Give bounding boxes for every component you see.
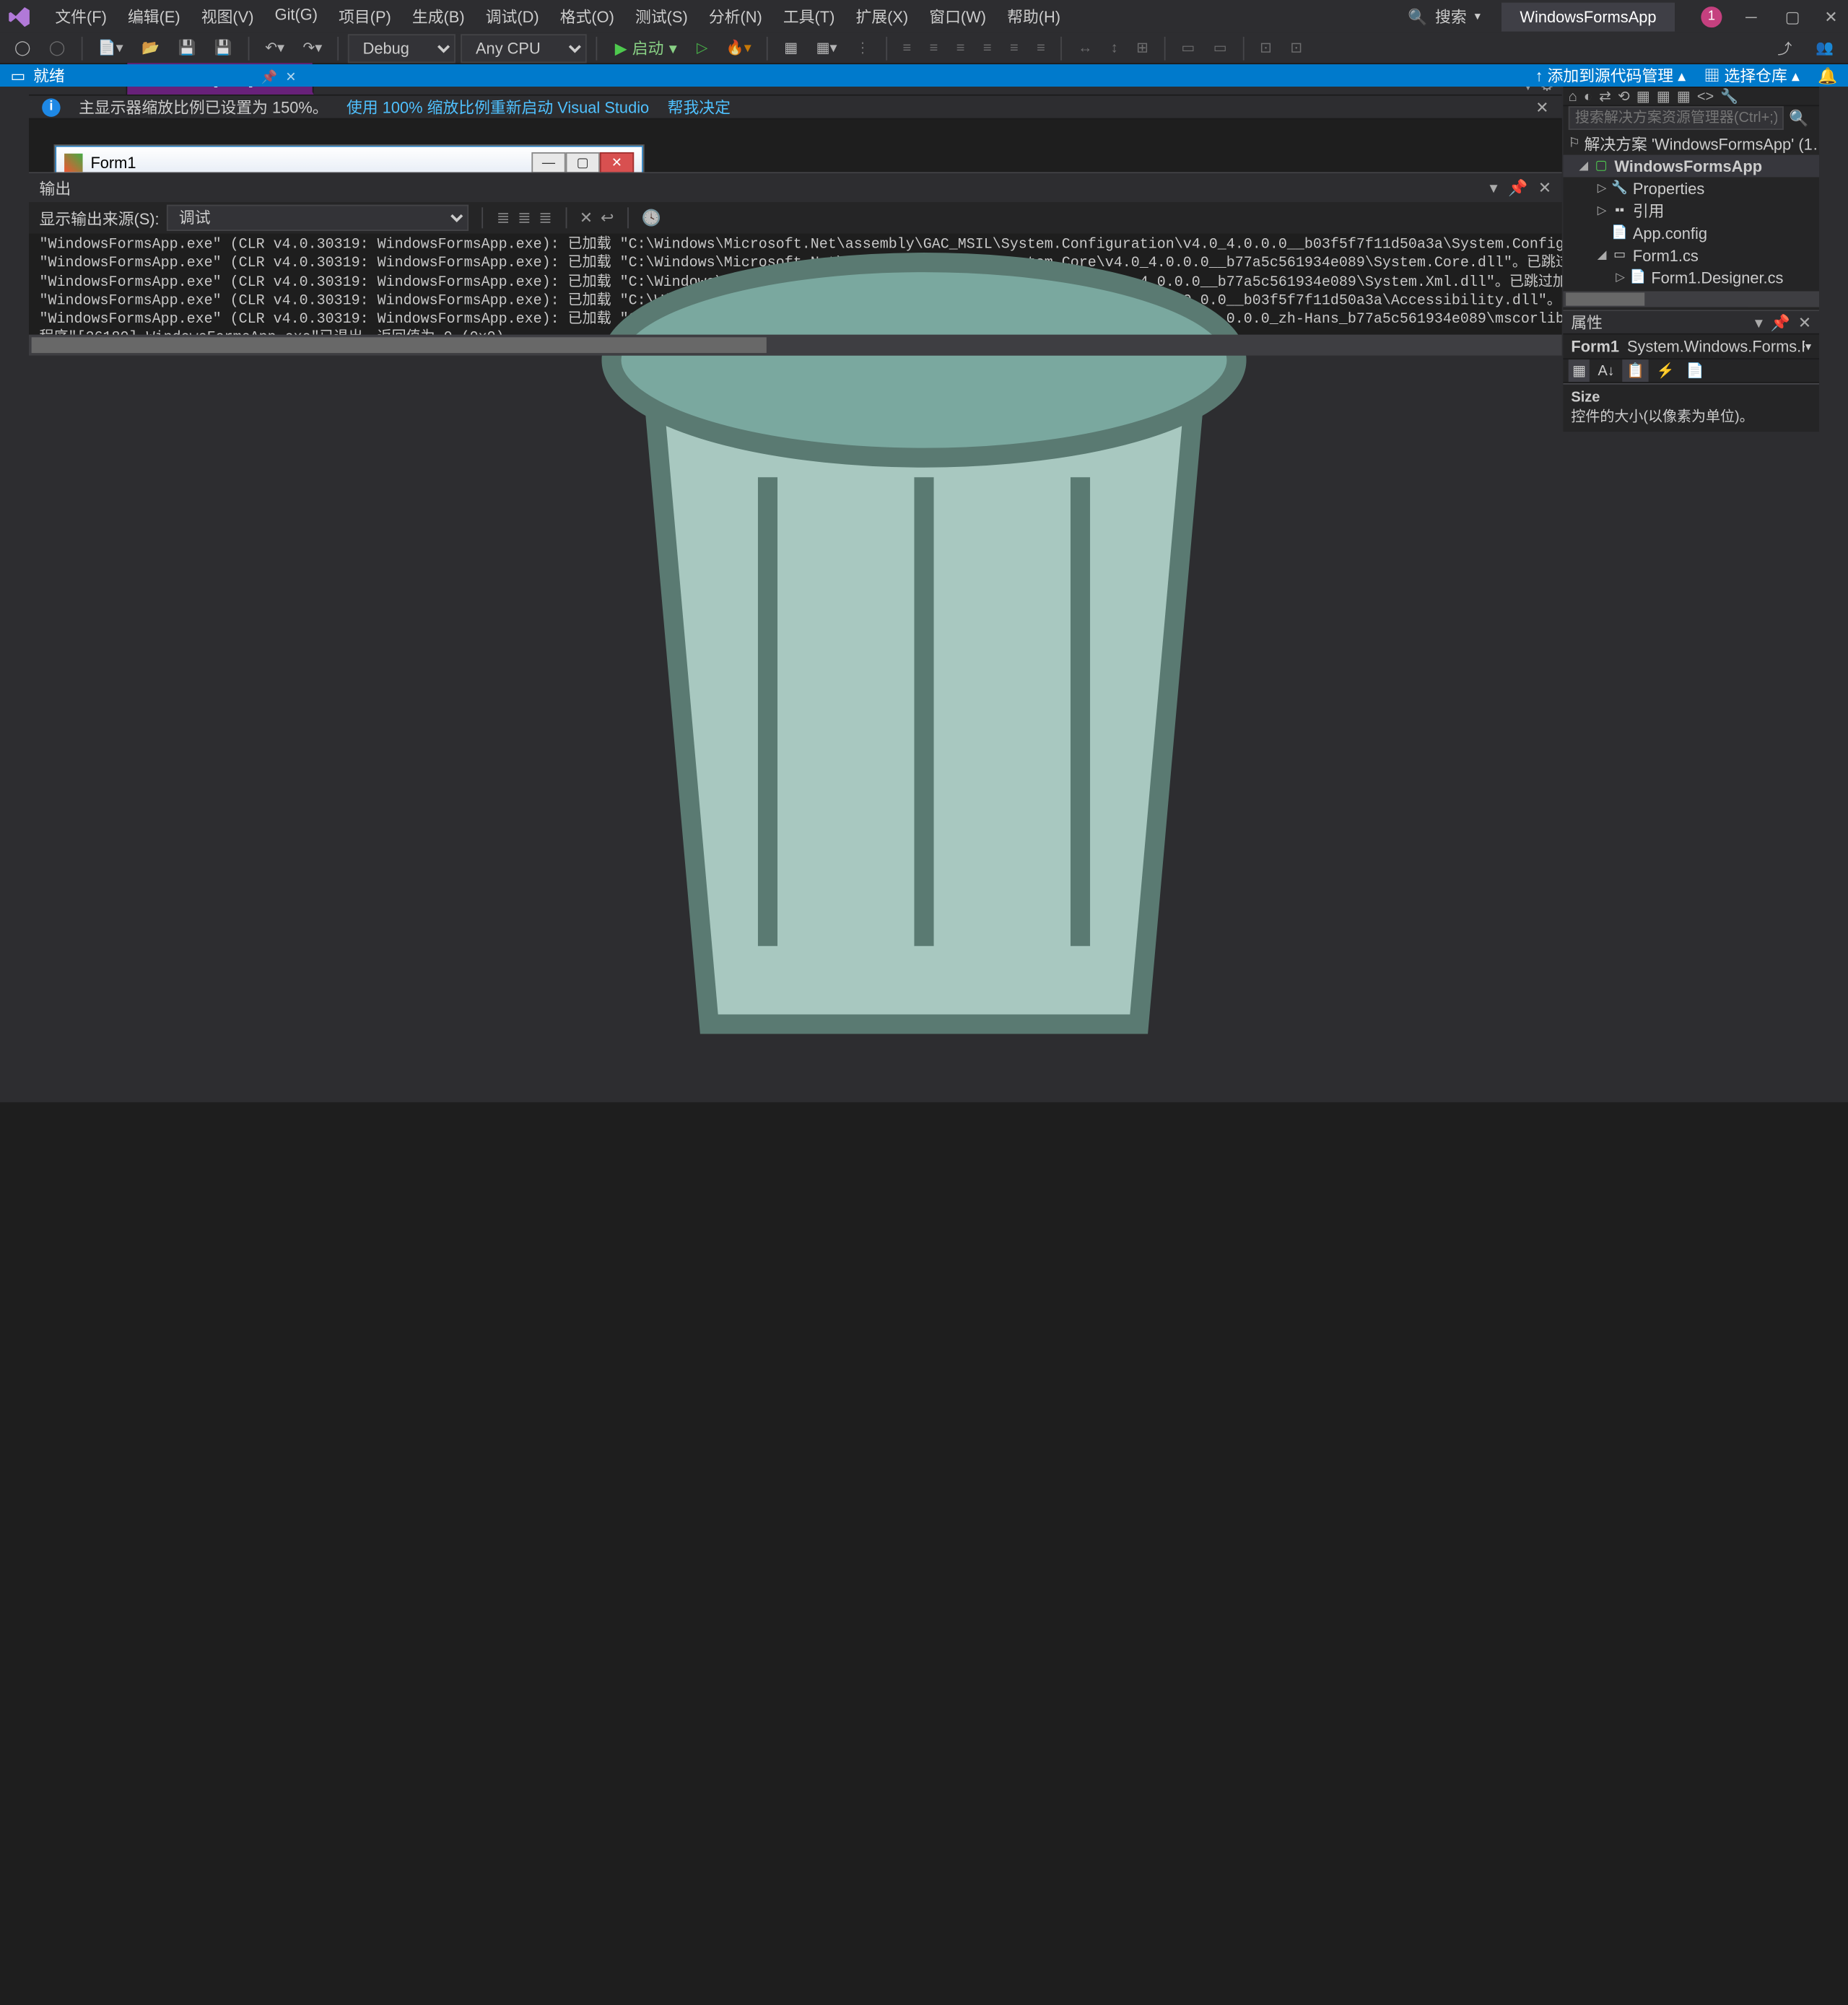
output-wrap-icon[interactable]: ↩: [601, 209, 614, 227]
start-no-debug-icon[interactable]: ▷: [690, 35, 715, 61]
spacing-icon-1[interactable]: ↔: [1071, 36, 1099, 60]
menu-item[interactable]: 工具(T): [772, 0, 845, 32]
form-icon: [64, 154, 82, 172]
undo-icon[interactable]: ↶▾: [258, 35, 291, 61]
close-button[interactable]: ✕: [1824, 7, 1840, 25]
live-share-icon[interactable]: 👥: [1809, 33, 1840, 62]
recycle-bin-icon[interactable]: [0, 87, 1848, 1102]
config-select[interactable]: Debug: [349, 33, 456, 62]
search-icon: 🔍: [1408, 7, 1427, 25]
form-window[interactable]: Form1 — ▢ ✕ Click Me!: [55, 146, 643, 172]
menu-item[interactable]: 扩展(X): [845, 0, 919, 32]
grid-icon-2[interactable]: ⊡: [1283, 35, 1309, 61]
form-min-icon: —: [531, 152, 565, 172]
output-tool-1[interactable]: ≣: [497, 209, 510, 227]
designer-surface[interactable]: Form1 — ▢ ✕ Click Me!: [29, 119, 1562, 172]
open-icon[interactable]: 📂: [135, 35, 166, 61]
spacing-icon-2[interactable]: ↕: [1104, 36, 1125, 60]
output-hscrollbar[interactable]: [29, 335, 1562, 356]
status-icon: ▭: [11, 66, 26, 84]
tb-icon-3[interactable]: ⋮: [849, 35, 876, 61]
output-clock-icon[interactable]: 🕓: [641, 209, 661, 227]
status-src-control[interactable]: ↑ 添加到源代码管理 ▴: [1535, 64, 1686, 87]
redo-icon[interactable]: ↷▾: [296, 35, 328, 61]
save-all-icon[interactable]: 💾: [208, 35, 239, 61]
se-tb-4[interactable]: ▦: [1636, 88, 1650, 105]
play-icon: ▶: [615, 39, 627, 57]
se-tb-3[interactable]: ⟲: [1618, 88, 1630, 105]
new-item-icon[interactable]: 📄▾: [92, 35, 130, 61]
menu-item[interactable]: 视图(V): [191, 0, 264, 32]
titlebar: 文件(F)编辑(E)视图(V)Git(G)项目(P)生成(B)调试(D)格式(O…: [0, 0, 1848, 32]
form-title: Form1: [90, 154, 136, 172]
platform-select[interactable]: Any CPU: [461, 33, 588, 62]
nav-back-icon[interactable]: ◯: [8, 35, 38, 61]
minimize-button[interactable]: ─: [1745, 7, 1761, 25]
menu-item[interactable]: 测试(S): [624, 0, 698, 32]
dropdown-icon: ▾: [1475, 9, 1481, 24]
menu-item[interactable]: Git(G): [264, 0, 328, 32]
output-clear-icon[interactable]: ✕: [580, 209, 593, 227]
solution-name[interactable]: WindowsFormsApp: [1502, 2, 1675, 31]
align-icon-4[interactable]: ≡: [977, 36, 998, 60]
vs-logo-icon: [8, 4, 32, 28]
pin-icon[interactable]: 📌: [261, 70, 278, 84]
title-search[interactable]: 🔍 搜索 ▾: [1397, 3, 1491, 30]
align-icon-1[interactable]: ≡: [896, 36, 918, 60]
order-icon-2[interactable]: ▭: [1207, 35, 1234, 61]
toolbar: ◯ ◯ 📄▾ 📂 💾 💾 ↶▾ ↷▾ Debug Any CPU ▶启动 ▾ ▷…: [0, 32, 1848, 64]
save-icon[interactable]: 💾: [171, 35, 202, 61]
grid-icon-1[interactable]: ⊡: [1253, 35, 1278, 61]
menu-item[interactable]: 分析(N): [698, 0, 772, 32]
se-tb-5[interactable]: ▦: [1657, 88, 1670, 105]
align-icon-5[interactable]: ≡: [1003, 36, 1025, 60]
share-icon[interactable]: ⤴: [1771, 33, 1798, 62]
nav-fwd-icon[interactable]: ◯: [43, 35, 72, 61]
menu-item[interactable]: 窗口(W): [919, 0, 997, 32]
se-hscrollbar[interactable]: [1563, 292, 1819, 307]
hot-reload-icon[interactable]: 🔥▾: [720, 35, 758, 61]
close-tab-icon[interactable]: ✕: [285, 70, 296, 84]
se-tb-2[interactable]: ⇄: [1599, 88, 1611, 105]
order-icon-1[interactable]: ▭: [1174, 35, 1201, 61]
align-icon-2[interactable]: ≡: [923, 36, 944, 60]
output-tool-2[interactable]: ≣: [518, 209, 531, 227]
se-tb-1[interactable]: ◐: [1584, 89, 1592, 105]
menu-item[interactable]: 帮助(H): [997, 0, 1071, 32]
align-icon-6[interactable]: ≡: [1030, 36, 1052, 60]
menu-item[interactable]: 编辑(E): [117, 0, 191, 32]
spacing-icon-3[interactable]: ⊞: [1130, 35, 1155, 61]
menu-item[interactable]: 生成(B): [401, 0, 475, 32]
menu-item[interactable]: 格式(O): [549, 0, 624, 32]
status-bell-icon[interactable]: 🔔: [1818, 66, 1837, 84]
menu-item[interactable]: 调试(D): [475, 0, 549, 32]
status-ready: 就绪: [33, 64, 65, 87]
se-tb-8[interactable]: 🔧: [1720, 88, 1738, 105]
se-tb-6[interactable]: ▦: [1677, 88, 1691, 105]
se-tb-7[interactable]: <>: [1697, 89, 1714, 105]
main-menu: 文件(F)编辑(E)视图(V)Git(G)项目(P)生成(B)调试(D)格式(O…: [45, 0, 1071, 32]
search-label: 搜索: [1435, 5, 1467, 27]
tb-icon-2[interactable]: ▦▾: [810, 35, 844, 61]
align-icon-3[interactable]: ≡: [950, 36, 972, 60]
maximize-button[interactable]: ▢: [1785, 7, 1801, 25]
notification-badge[interactable]: 1: [1701, 6, 1722, 27]
output-tool-3[interactable]: ≣: [539, 209, 552, 227]
se-home-icon[interactable]: ⌂: [1569, 89, 1577, 105]
form-close-icon: ✕: [600, 152, 634, 172]
start-button[interactable]: ▶启动 ▾: [607, 32, 685, 63]
menu-item[interactable]: 项目(P): [328, 0, 402, 32]
status-repo[interactable]: ▦ 选择仓库 ▴: [1704, 64, 1800, 87]
form-max-icon: ▢: [566, 152, 600, 172]
form-titlebar: Form1 — ▢ ✕: [56, 147, 642, 172]
menu-item[interactable]: 文件(F): [45, 0, 118, 32]
tb-icon-1[interactable]: ▦: [777, 35, 804, 61]
